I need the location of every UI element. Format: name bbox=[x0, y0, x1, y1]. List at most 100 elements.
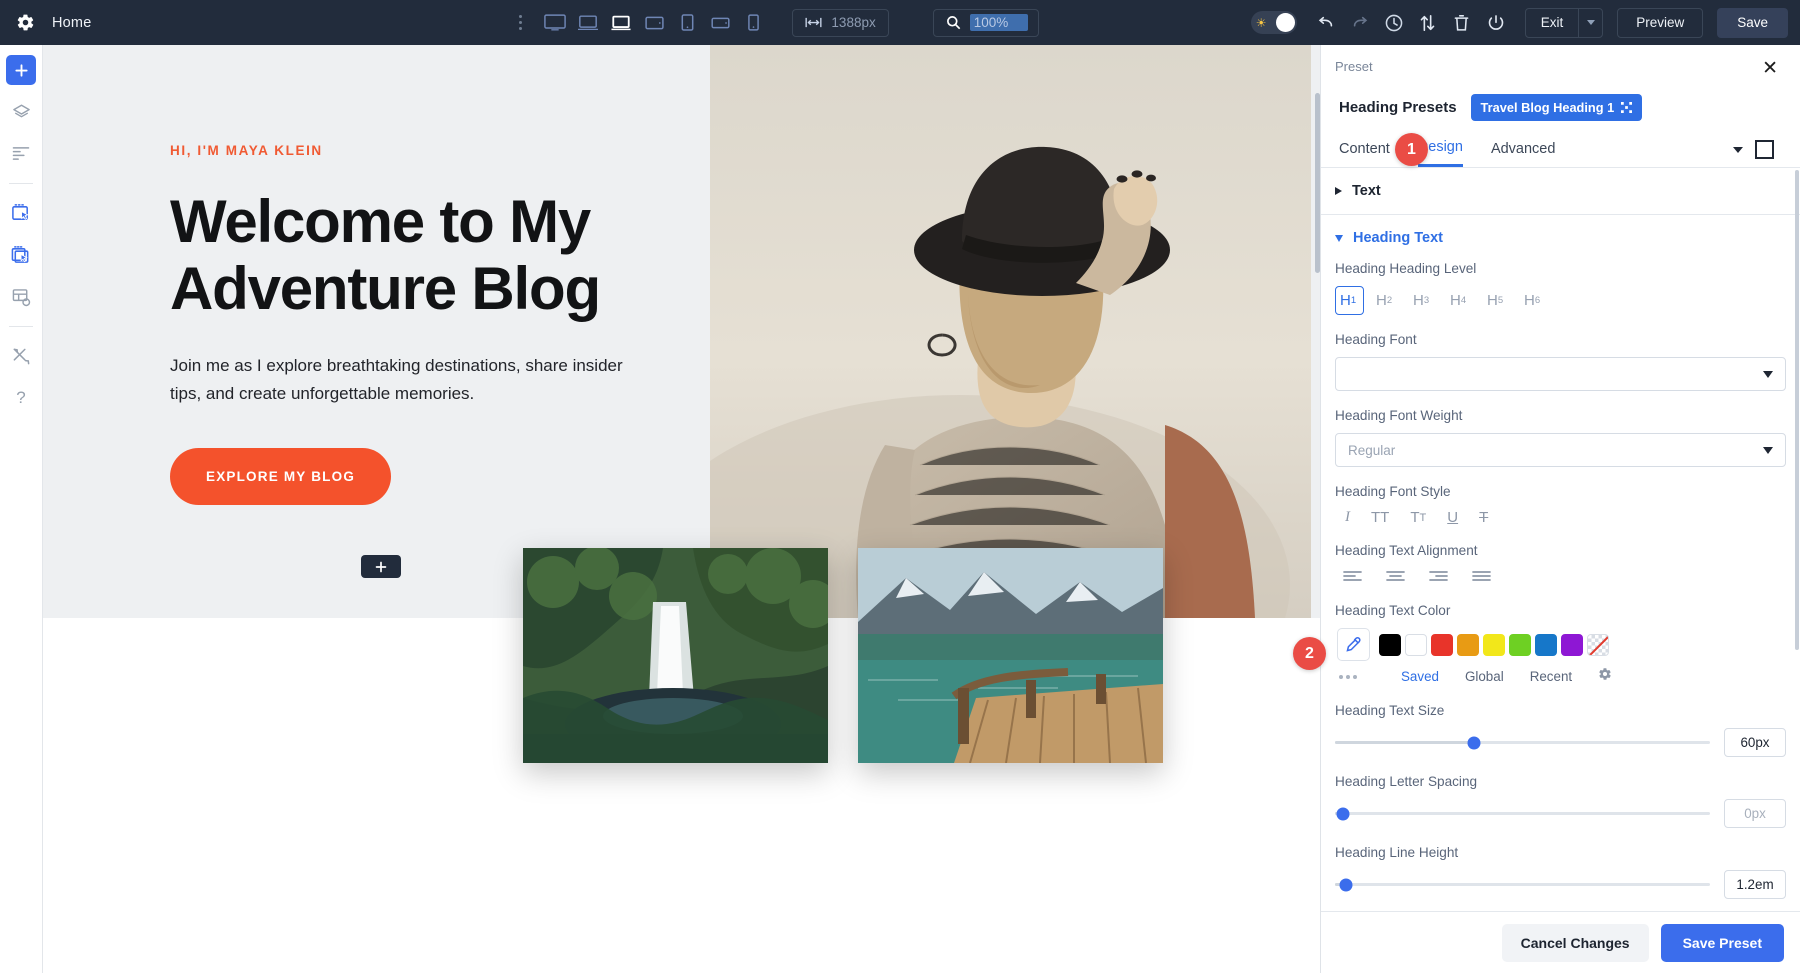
sidebar-item-select-module[interactable] bbox=[6, 240, 36, 270]
section-heading-text[interactable]: Heading Text bbox=[1321, 215, 1800, 261]
desktop-icon[interactable] bbox=[540, 8, 570, 38]
sidebar-item-help[interactable]: ? bbox=[6, 383, 36, 413]
tablet-landscape-icon[interactable] bbox=[639, 8, 669, 38]
swatch-red[interactable] bbox=[1431, 633, 1453, 656]
mobile-landscape-icon[interactable] bbox=[705, 8, 735, 38]
swatch-yellow[interactable] bbox=[1483, 633, 1505, 656]
save-button[interactable]: Save bbox=[1717, 7, 1788, 38]
tablet-portrait-icon[interactable] bbox=[672, 8, 702, 38]
sidebar-item-tools[interactable] bbox=[6, 341, 36, 371]
zoom-control[interactable]: 100% bbox=[932, 8, 1040, 37]
uppercase-icon[interactable]: TT bbox=[1371, 509, 1389, 526]
heading-text-size-input[interactable]: 60px bbox=[1724, 728, 1786, 757]
preview-button[interactable]: Preview bbox=[1617, 7, 1704, 38]
align-center-icon[interactable] bbox=[1386, 568, 1405, 586]
save-preset-button[interactable]: Save Preset bbox=[1660, 923, 1784, 962]
slider-knob[interactable] bbox=[1467, 736, 1481, 749]
redo-icon[interactable] bbox=[1345, 8, 1375, 38]
heading-level-h6[interactable]: H6 bbox=[1520, 286, 1549, 315]
color-source-row: Saved Global Recent bbox=[1335, 667, 1786, 686]
gear-icon[interactable] bbox=[14, 12, 36, 34]
heading-level-h2[interactable]: H2 bbox=[1372, 286, 1401, 315]
eyedropper-icon[interactable] bbox=[1337, 628, 1370, 661]
zoom-value-input[interactable]: 100% bbox=[969, 14, 1029, 31]
swatch-black[interactable] bbox=[1379, 633, 1401, 656]
swatch-blue[interactable] bbox=[1535, 633, 1557, 656]
hero-eyebrow[interactable]: HI, I'M MAYA KLEIN bbox=[170, 143, 710, 158]
panel-scrollbar[interactable] bbox=[1795, 170, 1799, 650]
exit-chevron-down-icon[interactable] bbox=[1578, 8, 1602, 37]
sidebar-item-layers[interactable] bbox=[6, 97, 36, 127]
heading-font-select[interactable] bbox=[1335, 357, 1786, 391]
more-options-icon[interactable] bbox=[511, 15, 530, 30]
magnifier-icon bbox=[946, 16, 961, 30]
sidebar-item-grid-settings[interactable] bbox=[6, 282, 36, 312]
clock-history-icon[interactable] bbox=[1379, 8, 1409, 38]
swatch-transparent[interactable] bbox=[1587, 633, 1609, 656]
color-tab-global[interactable]: Global bbox=[1465, 669, 1504, 684]
align-justify-icon[interactable] bbox=[1472, 568, 1491, 586]
select-module-icon bbox=[11, 246, 29, 263]
italic-icon[interactable]: I bbox=[1345, 509, 1350, 526]
exit-button[interactable]: Exit bbox=[1526, 9, 1579, 37]
heading-level-h4[interactable]: H4 bbox=[1446, 286, 1475, 315]
align-right-icon[interactable] bbox=[1429, 568, 1448, 586]
slider-knob[interactable] bbox=[1339, 878, 1353, 891]
laptop-active-icon[interactable] bbox=[606, 8, 636, 38]
capitalize-icon[interactable]: TT bbox=[1410, 509, 1426, 526]
swatch-orange[interactable] bbox=[1457, 633, 1479, 656]
sidebar-item-select-element[interactable] bbox=[6, 198, 36, 228]
breadcrumb-home[interactable]: Home bbox=[52, 15, 91, 31]
swatch-white[interactable] bbox=[1405, 633, 1427, 656]
laptop-icon[interactable] bbox=[573, 8, 603, 38]
gallery-image-lake-dock[interactable] bbox=[858, 548, 1163, 763]
preset-value-button[interactable]: Travel Blog Heading 1 bbox=[1470, 94, 1643, 121]
chevron-down-icon[interactable] bbox=[1733, 146, 1743, 153]
tab-content[interactable]: Content bbox=[1339, 141, 1390, 166]
swatch-green[interactable] bbox=[1509, 633, 1531, 656]
sun-toggle[interactable]: ☀ bbox=[1250, 11, 1297, 34]
sidebar-item-add[interactable] bbox=[6, 55, 36, 85]
heading-line-height-input[interactable]: 1.2em bbox=[1724, 870, 1786, 899]
undo-icon[interactable] bbox=[1311, 8, 1341, 38]
hero-cta-button[interactable]: EXPLORE MY BLOG bbox=[170, 448, 392, 506]
heading-text-size-slider[interactable] bbox=[1335, 736, 1710, 749]
trash-icon[interactable] bbox=[1447, 8, 1477, 38]
canvas-width-control[interactable]: 1388px bbox=[792, 8, 889, 37]
close-icon[interactable]: ✕ bbox=[1762, 59, 1778, 78]
strikethrough-icon[interactable]: T bbox=[1479, 509, 1488, 526]
gallery-image-waterfall[interactable] bbox=[523, 548, 828, 763]
slider-knob[interactable] bbox=[1336, 807, 1349, 820]
heading-weight-select[interactable]: Regular bbox=[1335, 433, 1786, 467]
heading-level-h3[interactable]: H3 bbox=[1409, 286, 1438, 315]
color-tab-recent[interactable]: Recent bbox=[1530, 669, 1572, 684]
tab-advanced[interactable]: Advanced bbox=[1491, 141, 1556, 166]
heading-line-height-slider[interactable] bbox=[1335, 878, 1710, 891]
hero-photo[interactable] bbox=[710, 45, 1311, 618]
up-down-arrows-icon[interactable] bbox=[1413, 8, 1443, 38]
panel-body[interactable]: Text Heading Text Heading Heading Level … bbox=[1321, 168, 1800, 911]
swatch-purple[interactable] bbox=[1561, 633, 1583, 656]
mobile-portrait-icon[interactable] bbox=[738, 8, 768, 38]
cancel-changes-button[interactable]: Cancel Changes bbox=[1501, 923, 1649, 962]
power-icon[interactable] bbox=[1481, 8, 1511, 38]
square-outline-icon[interactable] bbox=[1755, 140, 1774, 159]
app-root: Home 1388px 100% ☀ Exit Preview Save ? H… bbox=[0, 0, 1800, 973]
sidebar-item-list[interactable] bbox=[6, 139, 36, 169]
color-settings-gear-icon[interactable] bbox=[1598, 667, 1612, 686]
canvas-viewport[interactable]: HI, I'M MAYA KLEIN Welcome to My Adventu… bbox=[43, 45, 1320, 973]
heading-level-h5[interactable]: H5 bbox=[1483, 286, 1512, 315]
color-tab-saved[interactable]: Saved bbox=[1401, 669, 1439, 684]
heading-letter-spacing-slider[interactable] bbox=[1335, 807, 1710, 820]
hero-subtext[interactable]: Join me as I explore breathtaking destin… bbox=[170, 352, 640, 407]
hero-section[interactable]: HI, I'M MAYA KLEIN Welcome to My Adventu… bbox=[43, 45, 1320, 618]
hero-heading[interactable]: Welcome to My Adventure Blog bbox=[170, 188, 640, 322]
add-section-button[interactable] bbox=[361, 555, 401, 578]
section-text[interactable]: Text bbox=[1321, 168, 1800, 214]
align-left-icon[interactable] bbox=[1343, 568, 1362, 586]
heading-letter-spacing-input[interactable]: 0px bbox=[1724, 799, 1786, 828]
panel-header: Preset ✕ Heading Presets Travel Blog Hea… bbox=[1321, 45, 1800, 167]
more-colors-icon[interactable] bbox=[1339, 674, 1401, 679]
heading-level-h1[interactable]: H1 bbox=[1335, 286, 1364, 315]
underline-icon[interactable]: U bbox=[1447, 509, 1458, 526]
